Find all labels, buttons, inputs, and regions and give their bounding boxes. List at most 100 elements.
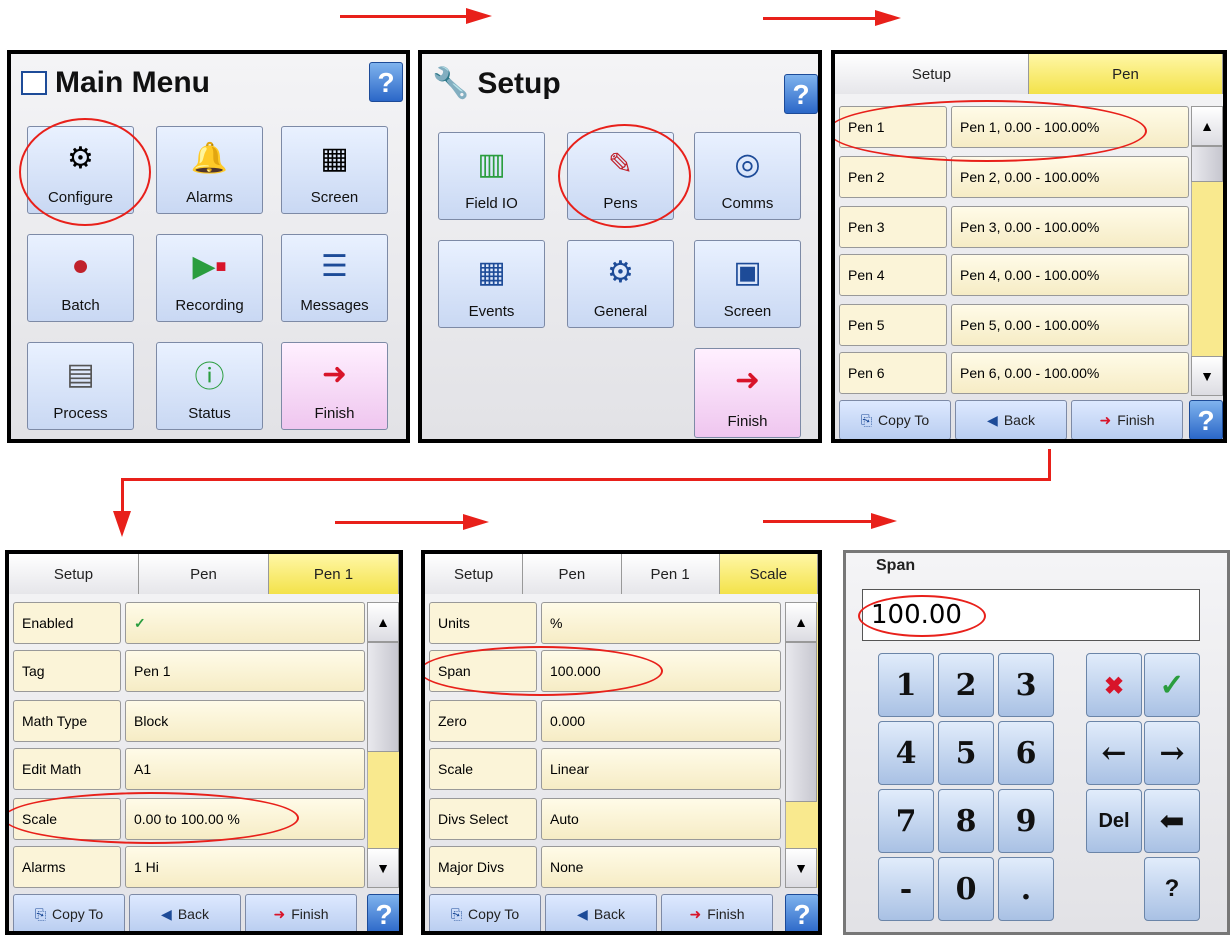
setting-row-enabled[interactable]: Enabled ✓: [13, 602, 365, 644]
highlight-oval: [835, 100, 1147, 162]
crumb-scale[interactable]: Scale: [719, 554, 818, 594]
tile-screen[interactable]: ▦ Screen: [281, 126, 388, 214]
setting-row-major-divs[interactable]: Major Divs None: [429, 846, 781, 888]
pen-row-4[interactable]: Pen 4 Pen 4, 0.00 - 100.00%: [839, 254, 1189, 296]
copy-to-button[interactable]: ⎘ Copy To: [429, 894, 541, 931]
pen-row-2[interactable]: Pen 2 Pen 2, 0.00 - 100.00%: [839, 156, 1189, 198]
scroll-down-button[interactable]: ▼: [367, 848, 399, 888]
key-4[interactable]: 4: [878, 721, 934, 785]
cancel-button[interactable]: ✖: [1086, 653, 1142, 717]
crumb-pen[interactable]: Pen: [523, 554, 622, 594]
comms-icon: ◎: [734, 147, 761, 181]
breadcrumb: Setup Pen Pen 1 Scale: [425, 554, 818, 594]
crumb-pen-1[interactable]: Pen 1: [269, 554, 399, 594]
back-button[interactable]: ◀ Back: [545, 894, 657, 931]
setting-row-divs-select[interactable]: Divs Select Auto: [429, 798, 781, 840]
help-button[interactable]: ?: [369, 62, 403, 102]
crumb-setup[interactable]: Setup: [835, 54, 1029, 94]
tile-comms[interactable]: ◎ Comms: [694, 132, 801, 220]
tile-general[interactable]: ⚙ General: [567, 240, 674, 328]
pen-row-6[interactable]: Pen 6 Pen 6, 0.00 - 100.00%: [839, 352, 1189, 394]
scroll-thumb[interactable]: [367, 642, 399, 752]
finish-button[interactable]: ➜ Finish: [1071, 400, 1183, 439]
help-button[interactable]: ?: [1189, 400, 1223, 439]
tile-status[interactable]: ⓘ Status: [156, 342, 263, 430]
back-arrow-icon: ◀: [577, 905, 588, 922]
pen-row-5[interactable]: Pen 5 Pen 5, 0.00 - 100.00%: [839, 304, 1189, 346]
scroll-up-button[interactable]: ▲: [1191, 106, 1223, 146]
cursor-right-button[interactable]: →: [1144, 721, 1200, 785]
calculator-icon: ▤: [66, 357, 95, 391]
breadcrumb: Setup Pen Pen 1: [9, 554, 399, 594]
scroll-thumb[interactable]: [1191, 146, 1223, 182]
scroll-up-button[interactable]: ▲: [785, 602, 817, 642]
tile-events[interactable]: ▦ Events: [438, 240, 545, 328]
gears-icon: ⚙: [607, 255, 634, 289]
info-icon: ⓘ: [194, 361, 225, 394]
key-8[interactable]: 8: [938, 789, 994, 853]
scroll-thumb[interactable]: [785, 642, 817, 802]
back-button[interactable]: ◀ Back: [129, 894, 241, 931]
tile-alarms[interactable]: 🔔 Alarms: [156, 126, 263, 214]
key-9[interactable]: 9: [998, 789, 1054, 853]
key-3[interactable]: 3: [998, 653, 1054, 717]
back-button[interactable]: ◀ Back: [955, 400, 1067, 439]
copy-icon: ⎘: [450, 905, 463, 922]
setting-row-tag[interactable]: Tag Pen 1: [13, 650, 365, 692]
highlight-oval: [9, 792, 299, 844]
setup-title: 🔧 Setup: [432, 66, 561, 101]
setting-row-alarms[interactable]: Alarms 1 Hi: [13, 846, 365, 888]
tile-field-io[interactable]: ▥ Field IO: [438, 132, 545, 220]
tile-messages[interactable]: ☰ Messages: [281, 234, 388, 322]
pen1-settings-panel: Setup Pen Pen 1 Enabled ✓ Tag Pen 1 Math T…: [5, 550, 403, 935]
key-6[interactable]: 6: [998, 721, 1054, 785]
backspace-button[interactable]: ⬅: [1144, 789, 1200, 853]
tile-finish[interactable]: ➜ Finish: [281, 342, 388, 430]
help-button[interactable]: ?: [1144, 857, 1200, 921]
field-io-icon: ▥: [477, 147, 506, 181]
tile-process[interactable]: ▤ Process: [27, 342, 134, 430]
setting-row-math-type[interactable]: Math Type Block: [13, 700, 365, 742]
pen-row-3[interactable]: Pen 3 Pen 3, 0.00 - 100.00%: [839, 206, 1189, 248]
key-2[interactable]: 2: [938, 653, 994, 717]
help-button[interactable]: ?: [785, 894, 818, 931]
key-0[interactable]: 0: [938, 857, 994, 921]
flow-arrow: [763, 10, 901, 26]
crumb-setup[interactable]: Setup: [425, 554, 524, 594]
tile-screen[interactable]: ▣ Screen: [694, 240, 801, 328]
bell-icon: 🔔: [190, 141, 229, 175]
crumb-pen[interactable]: Pen: [139, 554, 269, 594]
crumb-pen-1[interactable]: Pen 1: [621, 554, 720, 594]
delete-button[interactable]: Del: [1086, 789, 1142, 853]
crumb-pen[interactable]: Pen: [1029, 54, 1223, 94]
setting-row-scale[interactable]: Scale Linear: [429, 748, 781, 790]
tile-recording[interactable]: ▶ ■ Recording: [156, 234, 263, 322]
screen-icon: ▣: [733, 255, 762, 289]
copy-to-button[interactable]: ⎘ Copy To: [13, 894, 125, 931]
scroll-down-button[interactable]: ▼: [785, 848, 817, 888]
key-minus[interactable]: -: [878, 857, 934, 921]
finish-button[interactable]: ➜ Finish: [661, 894, 773, 931]
cursor-left-button[interactable]: ←: [1086, 721, 1142, 785]
setup-panel: 🔧 Setup ? ▥ Field IO ✎ Pens ◎ Comms ▦ Events…: [418, 50, 822, 443]
copy-to-button[interactable]: ⎘ Copy To: [839, 400, 951, 439]
key-5[interactable]: 5: [938, 721, 994, 785]
breadcrumb: Setup Pen: [835, 54, 1223, 94]
ok-button[interactable]: ✓: [1144, 653, 1200, 717]
scroll-up-button[interactable]: ▲: [367, 602, 399, 642]
setting-row-zero[interactable]: Zero 0.000: [429, 700, 781, 742]
tile-finish[interactable]: ➜ Finish: [694, 348, 801, 438]
finish-button[interactable]: ➜ Finish: [245, 894, 357, 931]
highlight-oval: [19, 118, 151, 226]
setting-row-edit-math[interactable]: Edit Math A1: [13, 748, 365, 790]
crumb-setup[interactable]: Setup: [9, 554, 139, 594]
tile-batch[interactable]: ● Batch: [27, 234, 134, 322]
span-keypad-panel: Span 100.00 1 2 3 4 5 6 7 8 9 - 0 . ✖ ✓ …: [843, 550, 1230, 935]
help-button[interactable]: ?: [784, 74, 818, 114]
key-1[interactable]: 1: [878, 653, 934, 717]
scroll-down-button[interactable]: ▼: [1191, 356, 1223, 396]
help-button[interactable]: ?: [367, 894, 399, 931]
key-7[interactable]: 7: [878, 789, 934, 853]
setting-row-units[interactable]: Units%: [429, 602, 781, 644]
key-decimal[interactable]: .: [998, 857, 1054, 921]
